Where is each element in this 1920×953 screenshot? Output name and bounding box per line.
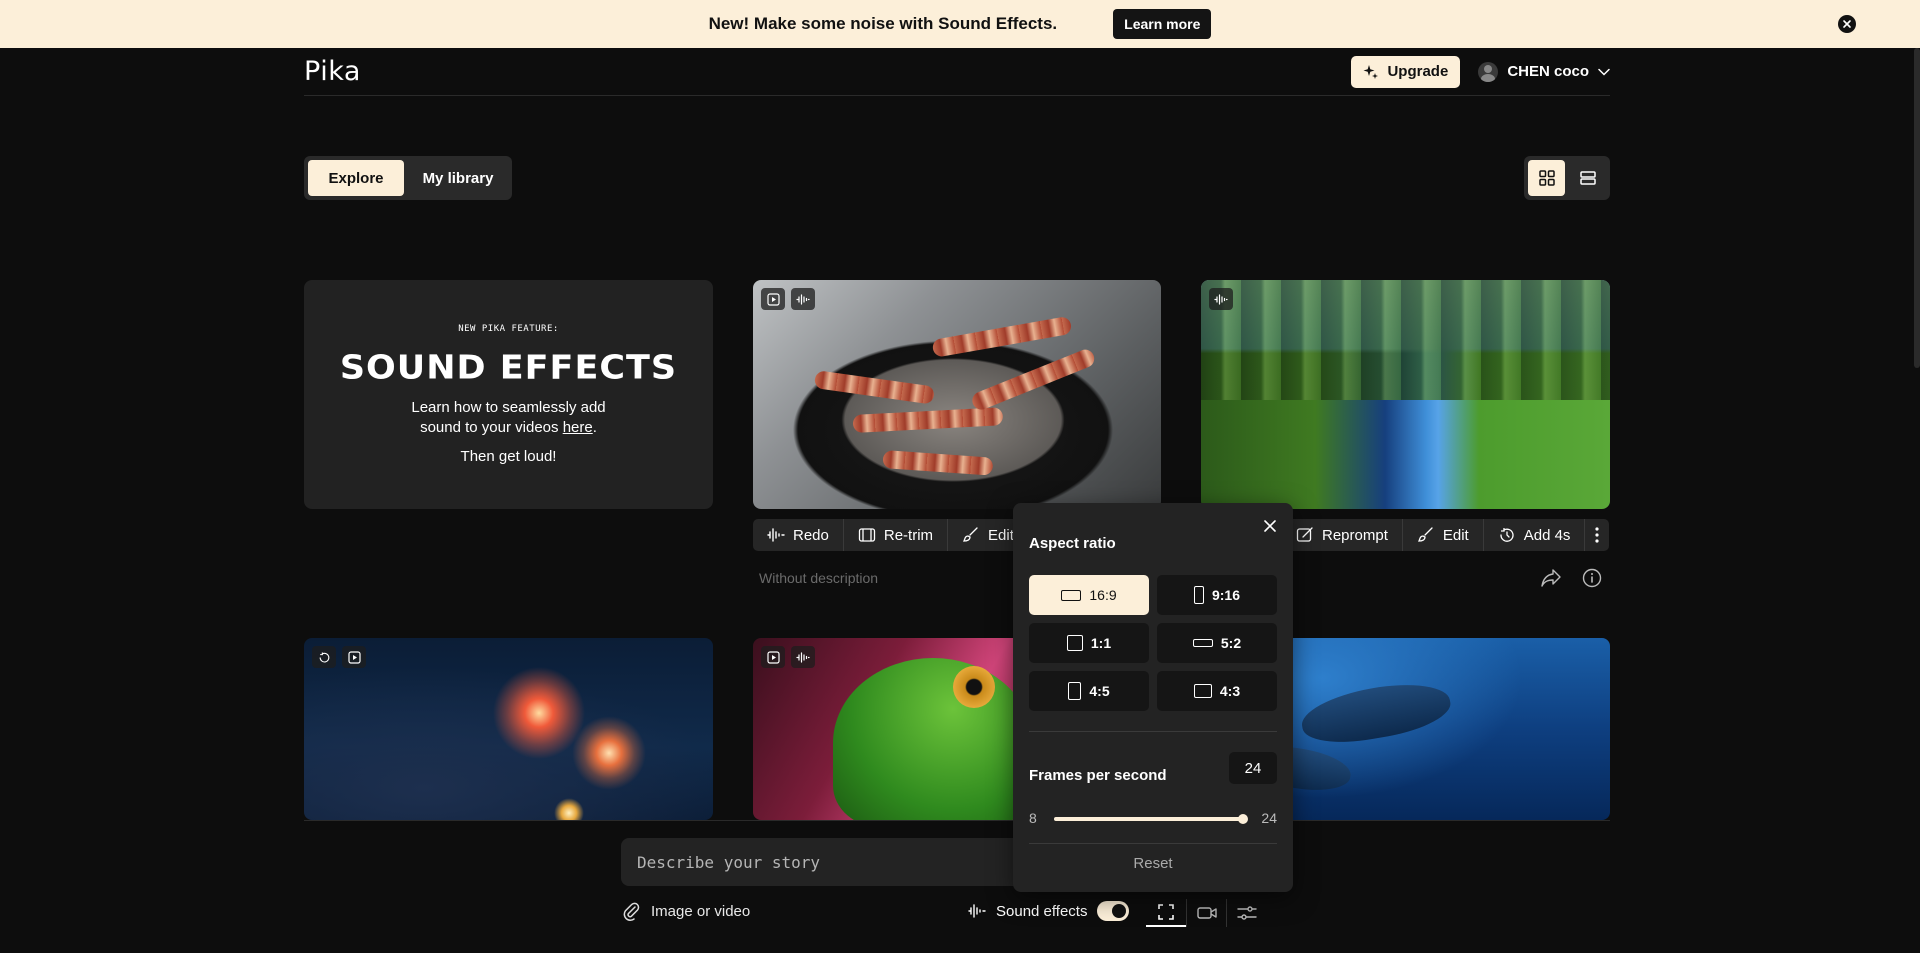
play-video-icon[interactable]: [761, 288, 785, 310]
video-card-river[interactable]: [1201, 280, 1610, 509]
extend-time-icon[interactable]: [312, 646, 336, 668]
video-card-fireworks[interactable]: [304, 638, 713, 820]
aspect-ratio-popover: Aspect ratio 16:9 9:16 1:1 5:2 4:5 4:3 F…: [1013, 503, 1293, 892]
username: CHEN coco: [1507, 63, 1589, 80]
expand-frame-icon: [1158, 904, 1174, 920]
fps-label: Frames per second: [1029, 767, 1167, 784]
promo-cta-text: Then get loud!: [460, 448, 557, 465]
fps-value-input[interactable]: 24: [1229, 752, 1277, 784]
fps-min-label: 8: [1029, 810, 1037, 826]
upgrade-button[interactable]: Upgrade: [1351, 55, 1461, 88]
sound-wave-icon[interactable]: [1209, 288, 1233, 310]
video-camera-icon: [1196, 907, 1217, 919]
upgrade-label: Upgrade: [1387, 63, 1449, 80]
sound-wave-icon[interactable]: [791, 646, 815, 668]
top-header: Pika Upgrade CHEN coco: [304, 48, 1610, 96]
announcement-banner: New! Make some noise with Sound Effects.…: [0, 0, 1920, 48]
list-view-button[interactable]: [1569, 160, 1606, 196]
close-banner-icon[interactable]: [1838, 15, 1856, 33]
pika-logo[interactable]: Pika: [304, 56, 361, 87]
video-card-bacon[interactable]: [753, 280, 1161, 509]
fps-slider-handle[interactable]: [1238, 814, 1248, 824]
info-icon[interactable]: [1582, 568, 1602, 588]
extend-time-icon: [1500, 528, 1514, 542]
sliders-icon: [1236, 906, 1257, 920]
avatar: [1478, 61, 1499, 82]
ratio-9-16[interactable]: 9:16: [1157, 575, 1277, 615]
add-4s-button[interactable]: Add 4s: [1484, 519, 1586, 551]
more-options-button[interactable]: [1585, 519, 1609, 551]
trim-icon: [858, 528, 876, 542]
page-scrollbar[interactable]: [1914, 48, 1920, 368]
aspect-ratio-button[interactable]: [1146, 899, 1186, 927]
ratio-4-3[interactable]: 4:3: [1157, 671, 1277, 711]
ratio-5-2[interactable]: 5:2: [1157, 623, 1277, 663]
more-vertical-icon: [1595, 527, 1600, 543]
prompt-tools: [1146, 899, 1266, 927]
ratio-16-9[interactable]: 16:9: [1029, 575, 1149, 615]
play-video-icon[interactable]: [342, 646, 366, 668]
video-actions-bacon: Redo Re-trim Edit: [753, 519, 1028, 551]
sparkle-icon: [1363, 64, 1379, 79]
sound-effects-toggle[interactable]: [1097, 901, 1130, 921]
tab-explore[interactable]: Explore: [308, 160, 404, 196]
grid-view-button[interactable]: [1528, 160, 1565, 196]
share-icon[interactable]: [1540, 568, 1562, 588]
parameters-button[interactable]: [1226, 899, 1266, 927]
fps-slider[interactable]: [1054, 817, 1244, 821]
tab-my-library[interactable]: My library: [408, 160, 508, 196]
aspect-ratio-options: 16:9 9:16 1:1 5:2 4:5 4:3: [1029, 575, 1277, 711]
sound-wave-icon: [767, 528, 785, 542]
card-meta-actions: [1540, 568, 1602, 588]
reprompt-button[interactable]: Reprompt: [1282, 519, 1403, 551]
library-tabs: Explore My library: [304, 156, 512, 200]
redo-button[interactable]: Redo: [753, 519, 844, 551]
learn-more-button[interactable]: Learn more: [1113, 9, 1212, 39]
list-icon: [1579, 171, 1596, 185]
banner-text: New! Make some noise with Sound Effects.: [708, 14, 1058, 33]
reset-button[interactable]: Reset: [1013, 855, 1293, 872]
promo-kicker: NEW PIKA FEATURE:: [458, 324, 559, 334]
sound-wave-icon: [968, 904, 986, 918]
paperclip-icon: [623, 902, 640, 921]
sound-wave-icon[interactable]: [791, 288, 815, 310]
video-actions-river: Reprompt Edit Add 4s: [1282, 519, 1610, 551]
play-video-icon[interactable]: [761, 646, 785, 668]
user-menu[interactable]: CHEN coco: [1478, 61, 1610, 82]
promo-description: Learn how to seamlessly add sound to you…: [411, 399, 606, 436]
grid-icon: [1538, 170, 1555, 186]
ratio-1-1[interactable]: 1:1: [1029, 623, 1149, 663]
divider: [1029, 843, 1277, 844]
edit-button[interactable]: Edit: [1403, 519, 1484, 551]
promo-here-link[interactable]: here: [563, 419, 593, 436]
aspect-ratio-title: Aspect ratio: [1029, 535, 1116, 552]
retrim-button[interactable]: Re-trim: [844, 519, 949, 551]
fps-max-label: 24: [1261, 810, 1277, 826]
promo-title: SOUND EFFECTS: [339, 349, 678, 387]
chevron-down-icon: [1598, 68, 1610, 76]
sound-effects-promo-card[interactable]: NEW PIKA FEATURE: SOUND EFFECTS Learn ho…: [304, 280, 713, 509]
sound-effects-control: Sound effects: [968, 901, 1130, 921]
brush-icon: [962, 527, 978, 542]
view-toggle: [1524, 156, 1610, 200]
close-icon[interactable]: [1261, 517, 1279, 535]
divider: [1029, 731, 1277, 732]
brush-icon: [1417, 527, 1433, 542]
pencil-icon: [1296, 527, 1313, 542]
card-description: Without description: [759, 570, 879, 586]
attach-image-video-button[interactable]: Image or video: [621, 901, 750, 921]
camera-control-button[interactable]: [1186, 899, 1226, 927]
ratio-4-5[interactable]: 4:5: [1029, 671, 1149, 711]
